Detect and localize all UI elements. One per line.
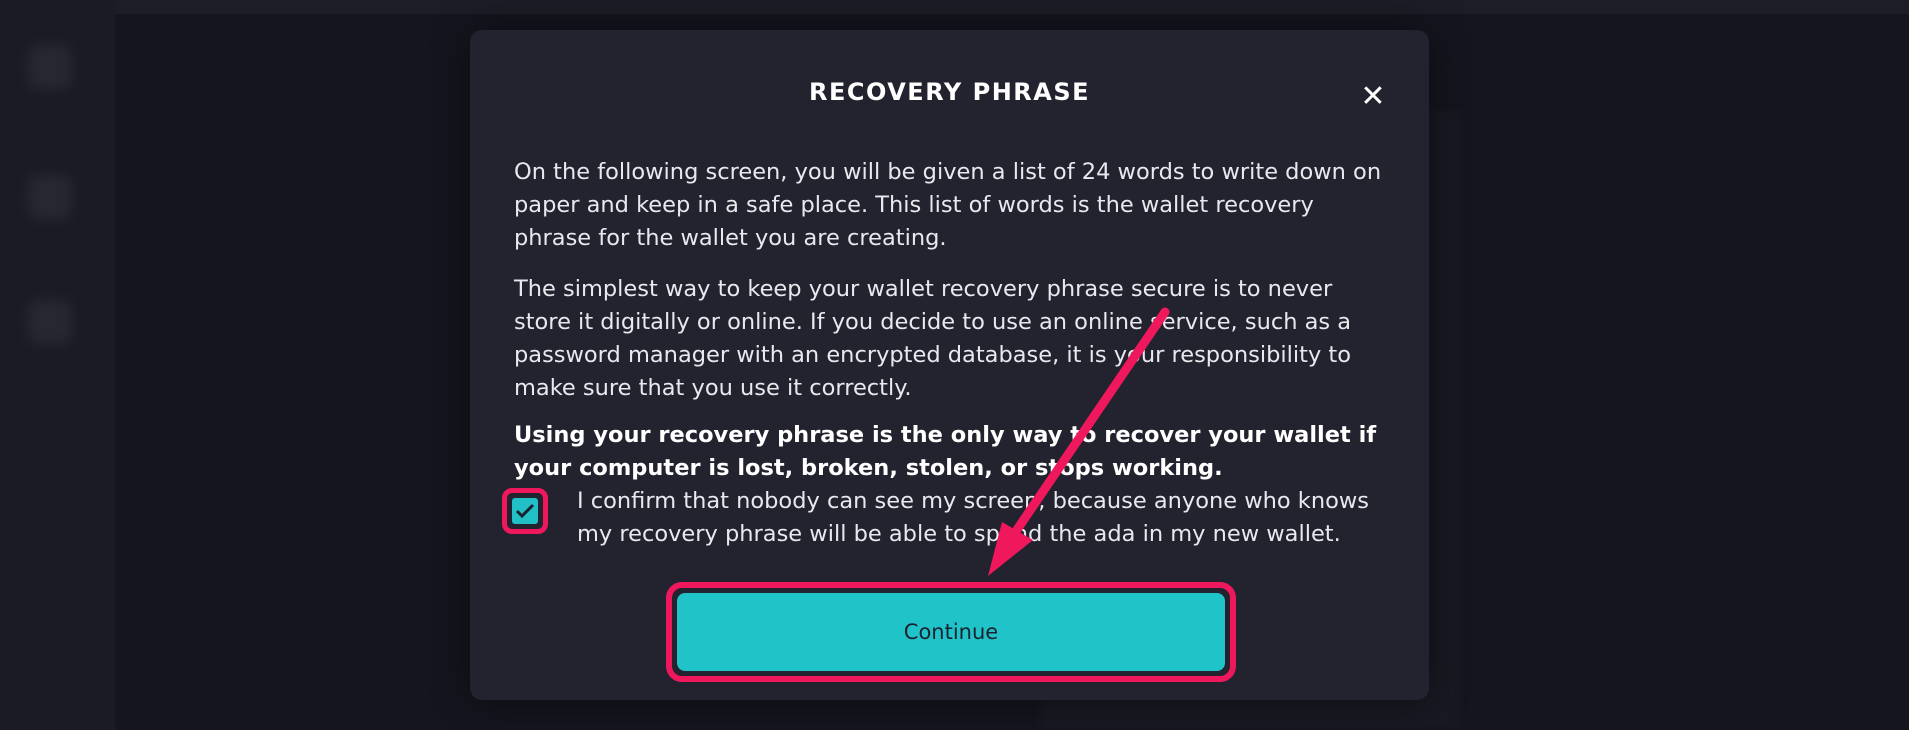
- sidebar-settings-icon: [28, 300, 72, 344]
- confirm-checkbox[interactable]: [512, 498, 538, 524]
- sidebar-wallet-icon: [28, 45, 72, 89]
- recovery-phrase-dialog: RECOVERY PHRASE ✕ On the following scree…: [470, 30, 1429, 700]
- instructions-paragraph-2: The simplest way to keep your wallet rec…: [514, 276, 1352, 401]
- close-icon[interactable]: ✕: [1358, 82, 1388, 112]
- continue-button[interactable]: Continue: [677, 593, 1225, 671]
- confirm-checkbox-highlight[interactable]: [502, 488, 548, 534]
- app-topbar: [0, 0, 1909, 14]
- instructions-paragraph-1: On the following screen, you will be giv…: [514, 159, 1382, 251]
- sidebar-staking-icon: [28, 175, 72, 219]
- confirm-checkbox-label[interactable]: I confirm that nobody can see my screen,…: [577, 485, 1397, 551]
- app-sidebar: [0, 0, 115, 730]
- dialog-title: RECOVERY PHRASE: [808, 78, 1091, 106]
- warning-paragraph: Using your recovery phrase is the only w…: [514, 422, 1377, 481]
- checkmark-icon: [515, 503, 535, 519]
